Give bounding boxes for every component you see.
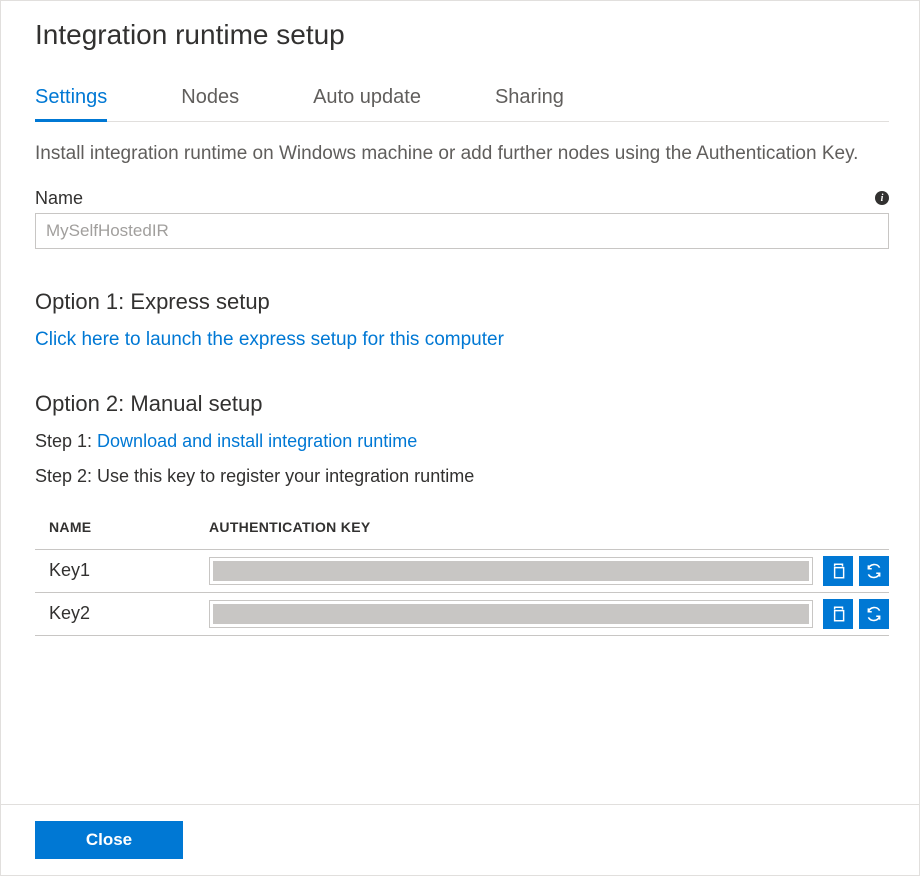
key1-name: Key1 xyxy=(49,560,209,581)
key1-field[interactable] xyxy=(209,557,813,585)
tab-auto-update[interactable]: Auto update xyxy=(313,78,421,122)
col-header-auth: AUTHENTICATION KEY xyxy=(209,519,889,535)
key2-redacted xyxy=(213,604,809,624)
tab-settings[interactable]: Settings xyxy=(35,78,107,122)
option2-heading: Option 2: Manual setup xyxy=(35,391,889,417)
step1-prefix: Step 1: xyxy=(35,431,97,451)
option1-heading: Option 1: Express setup xyxy=(35,289,889,315)
tabs-bar: Settings Nodes Auto update Sharing xyxy=(35,77,889,122)
copy-icon xyxy=(829,605,847,623)
key1-value-box xyxy=(209,557,813,585)
step2-line: Step 2: Use this key to register your in… xyxy=(35,466,889,487)
key2-actions xyxy=(823,599,889,629)
key2-field[interactable] xyxy=(209,600,813,628)
main-area: Integration runtime setup Settings Nodes… xyxy=(1,1,919,804)
col-header-name: NAME xyxy=(49,519,209,535)
key1-copy-button[interactable] xyxy=(823,556,853,586)
tab-sharing[interactable]: Sharing xyxy=(495,78,564,122)
step1-line: Step 1: Download and install integration… xyxy=(35,431,889,452)
name-label-row: Name i xyxy=(35,188,889,209)
key2-name: Key2 xyxy=(49,603,209,624)
close-button[interactable]: Close xyxy=(35,821,183,859)
key2-copy-button[interactable] xyxy=(823,599,853,629)
refresh-icon xyxy=(865,562,883,580)
keys-header: NAME AUTHENTICATION KEY xyxy=(35,507,889,550)
name-label: Name xyxy=(35,188,83,209)
info-icon[interactable]: i xyxy=(875,191,889,205)
page-title: Integration runtime setup xyxy=(35,19,889,51)
key2-refresh-button[interactable] xyxy=(859,599,889,629)
key2-value-box xyxy=(209,600,813,628)
table-row: Key2 xyxy=(35,593,889,636)
footer: Close xyxy=(1,804,919,875)
setup-panel: Integration runtime setup Settings Nodes… xyxy=(0,0,920,876)
download-link[interactable]: Download and install integration runtime xyxy=(97,431,417,451)
refresh-icon xyxy=(865,605,883,623)
key1-actions xyxy=(823,556,889,586)
key1-redacted xyxy=(213,561,809,581)
copy-icon xyxy=(829,562,847,580)
table-row: Key1 xyxy=(35,550,889,593)
express-setup-link[interactable]: Click here to launch the express setup f… xyxy=(35,329,504,350)
key1-refresh-button[interactable] xyxy=(859,556,889,586)
description-text: Install integration runtime on Windows m… xyxy=(35,140,889,168)
tab-nodes[interactable]: Nodes xyxy=(181,78,239,122)
name-input[interactable] xyxy=(35,213,889,249)
keys-table: NAME AUTHENTICATION KEY Key1 xyxy=(35,507,889,636)
